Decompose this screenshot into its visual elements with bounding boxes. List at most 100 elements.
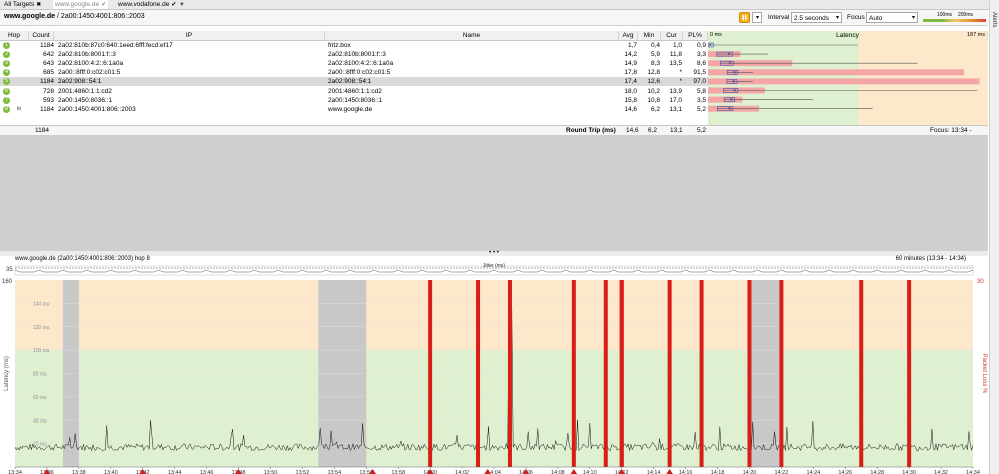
- cell-cur: *: [679, 69, 682, 77]
- y-tick-label: 120 ms: [33, 325, 50, 331]
- table-row[interactable]: 4 685 2a00::8fff:0:c02:c01:5 2a00::8fff:0:c…: [0, 68, 708, 77]
- col-name[interactable]: Name: [325, 31, 619, 40]
- cell-pl: 5,2: [696, 105, 706, 113]
- col-ip[interactable]: IP: [54, 31, 325, 40]
- table-row[interactable]: 3 643 2a02:8100:4:2::6:1a0a 2a02:8100:4:2::…: [0, 59, 708, 68]
- timeline-graph-panel: www.google.de (2a00:1450:4001:806::2003)…: [0, 256, 988, 474]
- check-icon[interactable]: ✔: [171, 2, 176, 8]
- y-tick-label: 60 ms: [33, 395, 47, 401]
- table-row[interactable]: 2 642 2a02:810b:8001:f::3 2a02:810b:8001:f:…: [0, 50, 708, 59]
- focus-select[interactable]: Auto ▾: [866, 12, 918, 23]
- hop-number: 1: [3, 42, 10, 49]
- col-pl[interactable]: PL%: [683, 31, 708, 40]
- table-row[interactable]: 5 1184 2a02:908::54:1 2a02:908::54:1 17,4 12,…: [0, 77, 708, 87]
- interval-select[interactable]: 2.5 seconds ▾: [791, 12, 842, 23]
- empty-pane: [0, 135, 988, 251]
- latency-current-marker: ×: [728, 61, 732, 67]
- x-tick-label: 13:40: [104, 470, 118, 474]
- new-tab-button[interactable]: +: [178, 0, 186, 9]
- packet-loss-bar: [699, 280, 704, 467]
- y-tick-label: 100 ms: [33, 348, 50, 354]
- hop-number: 6: [3, 87, 10, 95]
- x-tick-label: 14:28: [870, 470, 884, 474]
- tab-label: www.vodafone.de: [118, 1, 170, 8]
- cell-ip: 2a00:1450:4001:806::2003: [58, 105, 136, 113]
- graph-hop-icon[interactable]: ılı: [17, 105, 21, 114]
- cell-cur: 17,0: [669, 96, 682, 104]
- hop-number: 5: [3, 78, 10, 86]
- col-count[interactable]: Count: [29, 31, 54, 40]
- pause-icon: [742, 15, 747, 20]
- cell-avg: 15,8: [624, 96, 637, 104]
- cell-count: 643: [43, 60, 54, 68]
- table-row[interactable]: 7 593 2a00:1450:8036::1 2a00:1450:8036::1 15…: [0, 96, 708, 105]
- cell-avg: 14,6: [624, 105, 637, 113]
- x-tick-label: 14:34: [966, 470, 980, 474]
- tab-google[interactable]: www.google.de ✔: [53, 0, 109, 9]
- latency-current-marker: ×: [733, 70, 737, 76]
- col-hop[interactable]: Hop: [0, 31, 29, 40]
- y-tick-label: 80 ms: [33, 372, 47, 378]
- latency-current-marker: ×: [730, 98, 734, 104]
- focus-label: Focus: [847, 14, 865, 21]
- cell-name: 2a00::8fff:0:c02:c01:5: [328, 69, 391, 77]
- cell-name: 2001:4860:1:1:cd2: [328, 87, 382, 95]
- cell-ip: 2001:4860:1:1:cd2: [58, 87, 112, 95]
- col-min[interactable]: Min: [638, 31, 661, 40]
- loss-marker-icon: [666, 469, 673, 474]
- latency-warn-zone: [15, 280, 973, 351]
- cell-name: 2a02:908::54:1: [328, 78, 372, 86]
- target-ip: / 2a00:1450:4001:806::2003: [57, 13, 145, 20]
- x-tick-label: 13:34: [8, 470, 22, 474]
- scale-200: 200ms: [958, 12, 974, 18]
- loss-marker-icon: [570, 469, 578, 474]
- col-cur[interactable]: Cur: [661, 31, 683, 40]
- tab-vodafone[interactable]: www.vodafone.de ✔: [116, 0, 178, 9]
- pl-max-label: 30: [977, 279, 984, 285]
- x-tick-label: 14:22: [775, 470, 789, 474]
- tab-label: www.google.de: [55, 1, 100, 8]
- x-tick-label: 13:44: [168, 470, 182, 474]
- latency-current-marker: ×: [709, 43, 713, 49]
- x-tick-label: 14:20: [743, 470, 757, 474]
- cell-cur: 13,9: [669, 87, 682, 95]
- latency-max-label: 187 ms: [966, 32, 985, 38]
- interval-label: Interval: [768, 14, 790, 21]
- x-tick-label: 14:14: [647, 470, 661, 474]
- timeline-chart[interactable]: Jitter (ms) 35 160 140 ms 120 ms 100 ms 80 ms 6…: [0, 262, 988, 474]
- tab-all-targets[interactable]: All Targets ✖: [2, 0, 43, 9]
- x-tick-label: 13:46: [200, 470, 214, 474]
- cell-avg: 17,8: [624, 69, 637, 77]
- cell-count: 1184: [40, 105, 54, 113]
- check-icon[interactable]: ✔: [101, 2, 106, 8]
- close-icon[interactable]: ✖: [36, 2, 41, 8]
- packet-loss-bar: [603, 280, 608, 467]
- col-avg[interactable]: Avg: [619, 31, 638, 40]
- table-row[interactable]: 6 728 2001:4860:1:1:cd2 2001:4860:1:1:cd2 18…: [0, 87, 708, 96]
- tab-label: All Targets: [4, 1, 35, 8]
- jitter-max-label: 35: [6, 267, 13, 273]
- cell-count: 728: [43, 87, 54, 95]
- table-row[interactable]: 1 1184 2a02:810b:87c0:640:1eed:6fff:fecd:e…: [0, 41, 708, 50]
- x-tick-label: 13:58: [391, 470, 405, 474]
- table-row[interactable]: 8 ılı 1184 2a00:1450:4001:806::2003 www.goog…: [0, 105, 708, 114]
- col-latency[interactable]: 0 ms Latency 187 ms: [708, 31, 988, 40]
- x-tick-label: 13:50: [264, 470, 278, 474]
- alerts-label: Alerts: [991, 12, 997, 28]
- hop-number: 2: [3, 51, 10, 59]
- hop-number: 4: [3, 69, 10, 77]
- packet-loss-bar: [667, 280, 672, 467]
- latency-title: Latency: [836, 32, 859, 39]
- packet-loss-bar: [779, 280, 784, 467]
- pause-dropdown[interactable]: ▾: [752, 12, 762, 23]
- x-tick-label: 14:26: [838, 470, 852, 474]
- cell-ip: 2a02:810b:8001:f::3: [58, 51, 116, 59]
- cell-min: 6,2: [650, 105, 660, 113]
- cell-cur: *: [679, 78, 682, 86]
- interval-value: 2.5 seconds: [794, 15, 830, 22]
- cell-ip: 2a00::8fff:0:c02:c01:5: [58, 69, 121, 77]
- pause-button[interactable]: [739, 12, 750, 23]
- alerts-panel[interactable]: Alerts: [989, 0, 999, 474]
- pl-axis-title: Packet Loss %: [981, 354, 987, 394]
- target-title: www.google.de / 2a00:1450:4001:806::2003: [4, 13, 145, 20]
